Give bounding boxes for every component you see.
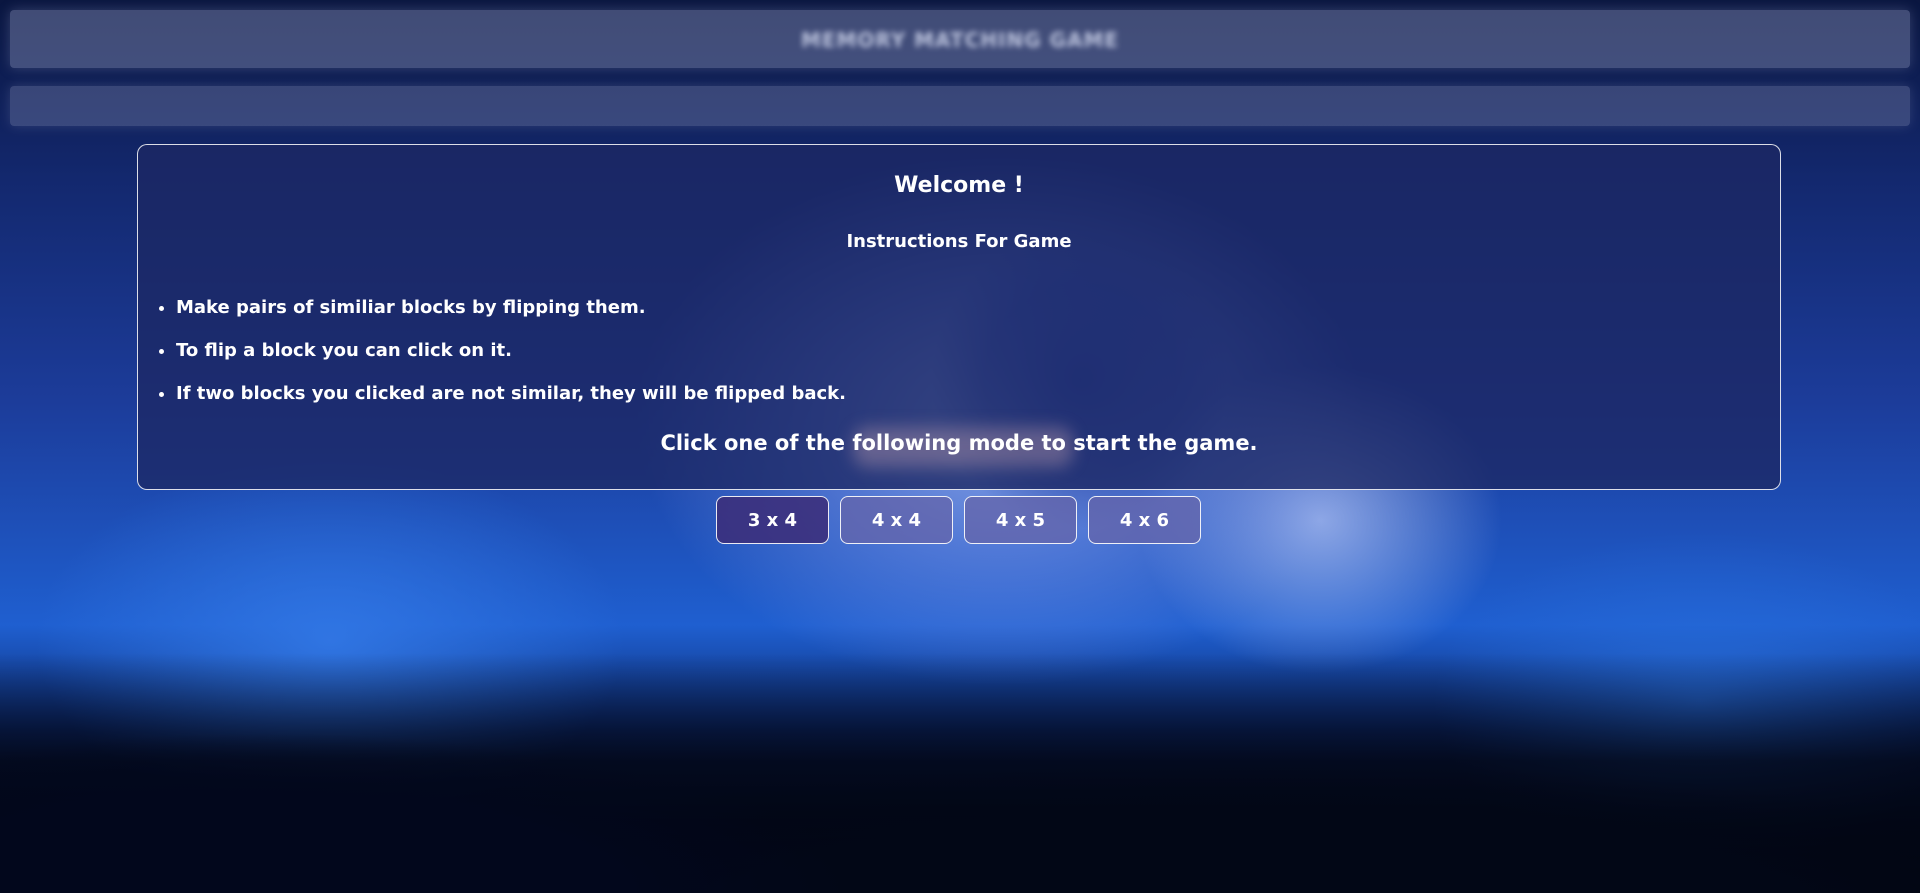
mode-button-4x4[interactable]: 4 x 4: [840, 496, 953, 544]
mode-button-4x6[interactable]: 4 x 6: [1088, 496, 1201, 544]
instruction-item: If two blocks you clicked are not simila…: [176, 383, 846, 405]
welcome-heading: Welcome !: [894, 173, 1024, 198]
header-title: MEMORY MATCHING GAME: [800, 28, 1120, 52]
instructions-list: Make pairs of similiar blocks by flippin…: [138, 297, 846, 426]
mode-button-4x5[interactable]: 4 x 5: [964, 496, 1077, 544]
mode-selector: 3 x 4 4 x 4 4 x 5 4 x 6: [716, 496, 1201, 544]
background-hills: [0, 653, 1920, 893]
instructions-heading: Instructions For Game: [846, 231, 1072, 252]
instructions-panel: Welcome ! Instructions For Game Make pai…: [137, 144, 1781, 490]
mode-button-3x4[interactable]: 3 x 4: [716, 496, 829, 544]
start-prompt: Click one of the following mode to start…: [660, 431, 1258, 455]
instruction-item: Make pairs of similiar blocks by flippin…: [176, 297, 846, 319]
subheader-bar: [10, 86, 1910, 126]
header-bar: MEMORY MATCHING GAME: [10, 10, 1910, 68]
instruction-item: To flip a block you can click on it.: [176, 340, 846, 362]
